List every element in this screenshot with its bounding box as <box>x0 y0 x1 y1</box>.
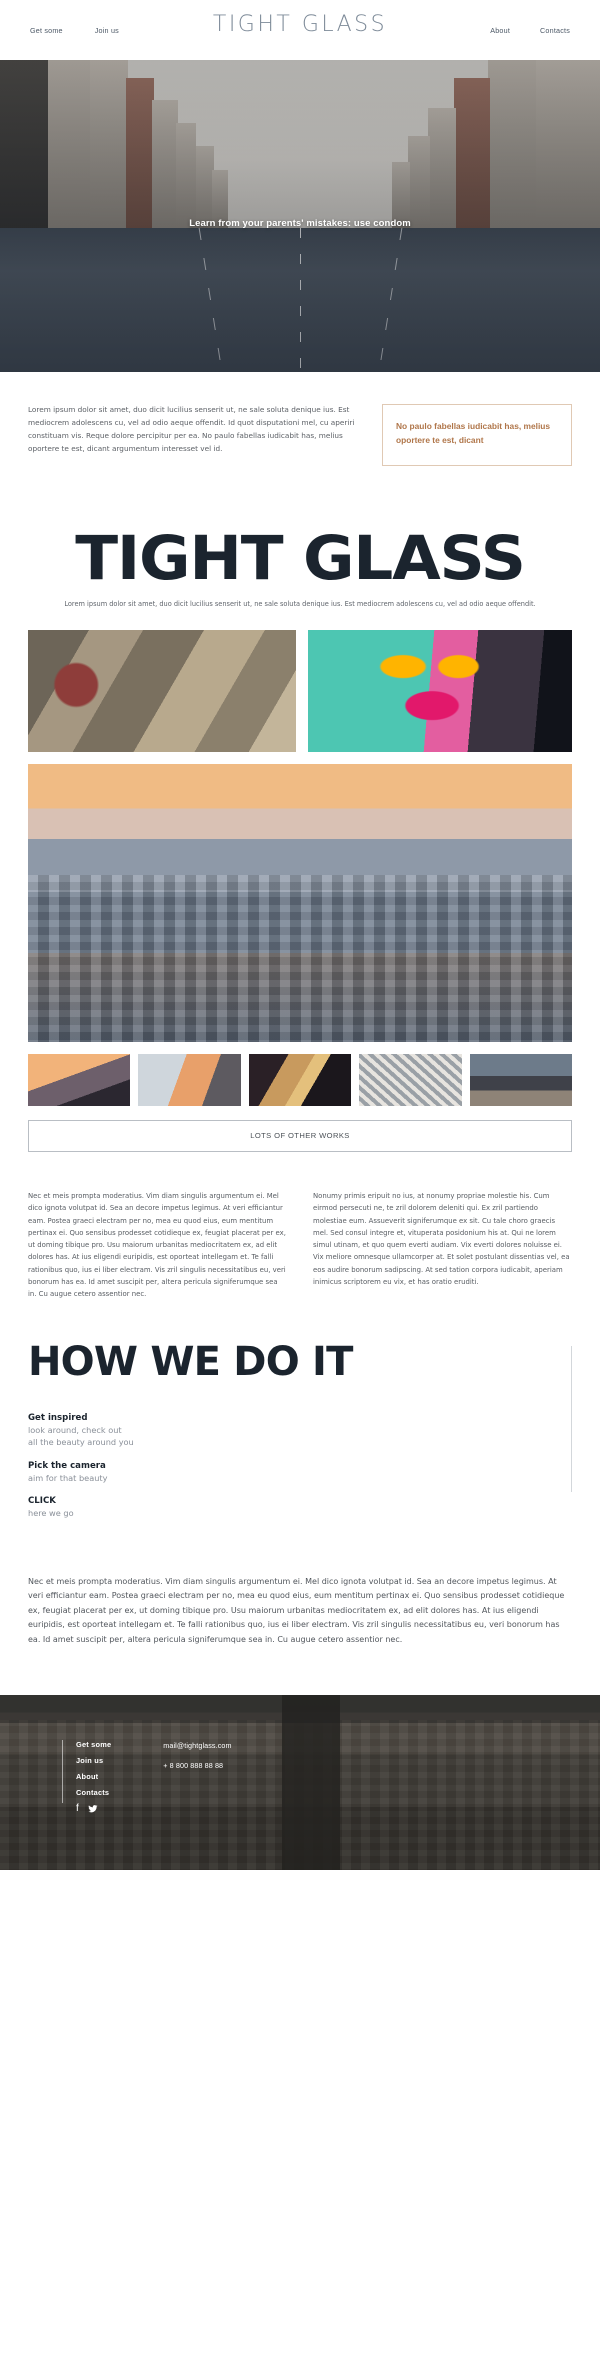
hero-banner: Learn from your parents' mistakes: use c… <box>0 60 600 372</box>
lots-of-other-works-button[interactable]: LOTS OF OTHER WORKS <box>28 1119 572 1152</box>
how-step-desc-line2: all the beauty around you <box>28 1437 134 1447</box>
nav-link-get-some[interactable]: Get some <box>28 22 65 39</box>
thumbnail-bridge-at-night[interactable] <box>138 1053 241 1106</box>
footer-content: Get some Join us About Contacts f mail@t… <box>0 1695 600 1817</box>
thumbnail-woman-blonde-hair[interactable] <box>248 1053 352 1106</box>
how-step-desc-line1: aim for that beauty <box>28 1472 108 1483</box>
how-step-item: Pick the camera aim for that beauty <box>28 1460 572 1485</box>
hero-caption: Learn from your parents' mistakes: use c… <box>189 218 411 229</box>
how-steps-list: Get inspired look around, check out all … <box>28 1412 572 1519</box>
thumbnail-hand-at-sunset[interactable] <box>28 1053 131 1106</box>
footer-social-links: f <box>76 1804 111 1817</box>
how-step-desc-line1: here we go <box>28 1508 74 1519</box>
how-step-item: CLICK here we go <box>28 1495 572 1520</box>
intro-quote-text: No paulo fabellas iudicabit has, melius … <box>396 421 551 445</box>
how-we-do-it-section: HOW WE DO IT Get inspired look around, c… <box>0 1300 600 1519</box>
footer-email[interactable]: mail@tightglass.com <box>163 1741 231 1750</box>
closing-paragraph: Nec et meis prompta moderatius. Vim diam… <box>28 1576 565 1644</box>
how-we-do-it-title: HOW WE DO IT <box>28 1339 353 1386</box>
text-column-right: Nonumy primis eripuit no ius, at nonumy … <box>313 1191 570 1286</box>
intro-quote-box: No paulo fabellas iudicabit has, melius … <box>382 404 572 466</box>
footer-contact-info: mail@tightglass.com + 8 800 888 88 88 <box>163 1740 231 1817</box>
footer-nav: Get some Join us About Contacts f <box>62 1740 111 1817</box>
site-header: Get some Join us About Contacts TIGHT GL… <box>0 0 600 60</box>
text-column-left: Nec et meis prompta moderatius. Vim diam… <box>28 1191 286 1299</box>
thumbnail-people-on-promenade[interactable] <box>469 1053 573 1106</box>
gallery-image-graffiti-sunglasses-face[interactable] <box>308 629 572 752</box>
nav-link-join-us[interactable]: Join us <box>93 22 121 39</box>
feature-title: TIGHT GLASS <box>75 523 526 594</box>
header-bar: Get some Join us About Contacts <box>0 0 600 60</box>
hero-street-photo <box>0 60 600 372</box>
nav-link-about[interactable]: About <box>488 22 512 39</box>
nav-link-contacts[interactable]: Contacts <box>538 22 572 39</box>
gallery-thumbnail-strip <box>28 1053 573 1106</box>
footer-link-about[interactable]: About <box>76 1772 111 1781</box>
feature-subtitle: Lorem ipsum dolor sit amet, duo dicit lu… <box>64 599 536 608</box>
facebook-icon[interactable]: f <box>76 1804 79 1817</box>
twitter-icon[interactable] <box>88 1804 98 1817</box>
footer-phone[interactable]: + 8 800 888 88 88 <box>163 1761 231 1770</box>
two-column-text-section: Nec et meis prompta moderatius. Vim diam… <box>0 1152 600 1301</box>
feature-title-section: TIGHT GLASS Lorem ipsum dolor sit amet, … <box>0 496 600 608</box>
hero-overlay <box>0 60 600 372</box>
intro-paragraph: Lorem ipsum dolor sit amet, duo dicit lu… <box>28 405 355 453</box>
how-step-title: Get inspired <box>28 1413 88 1424</box>
gallery-section <box>0 608 600 1106</box>
how-step-desc-line1: look around, check out <box>28 1425 122 1436</box>
page-root: Get some Join us About Contacts TIGHT GL… <box>0 0 600 1871</box>
gallery-image-city-skyline-aerial-sunset[interactable] <box>28 763 572 1042</box>
thumbnail-aerial-rooftops[interactable] <box>359 1053 462 1106</box>
how-step-title: Pick the camera <box>28 1460 106 1471</box>
footer-link-contacts[interactable]: Contacts <box>76 1788 111 1797</box>
site-footer: Get some Join us About Contacts f mail@t… <box>0 1695 600 1871</box>
gallery-row-top <box>28 629 572 752</box>
how-step-title: CLICK <box>28 1496 56 1507</box>
how-step-item: Get inspired look around, check out all … <box>28 1412 572 1448</box>
primary-nav-right: About Contacts <box>488 22 572 39</box>
gallery-image-ornate-stone-facade[interactable] <box>28 629 296 752</box>
intro-section: Lorem ipsum dolor sit amet, duo dicit lu… <box>0 372 600 496</box>
how-vertical-divider <box>571 1346 572 1493</box>
footer-link-get-some[interactable]: Get some <box>76 1740 111 1749</box>
primary-nav-left: Get some Join us <box>28 22 121 39</box>
footer-link-join-us[interactable]: Join us <box>76 1756 111 1765</box>
